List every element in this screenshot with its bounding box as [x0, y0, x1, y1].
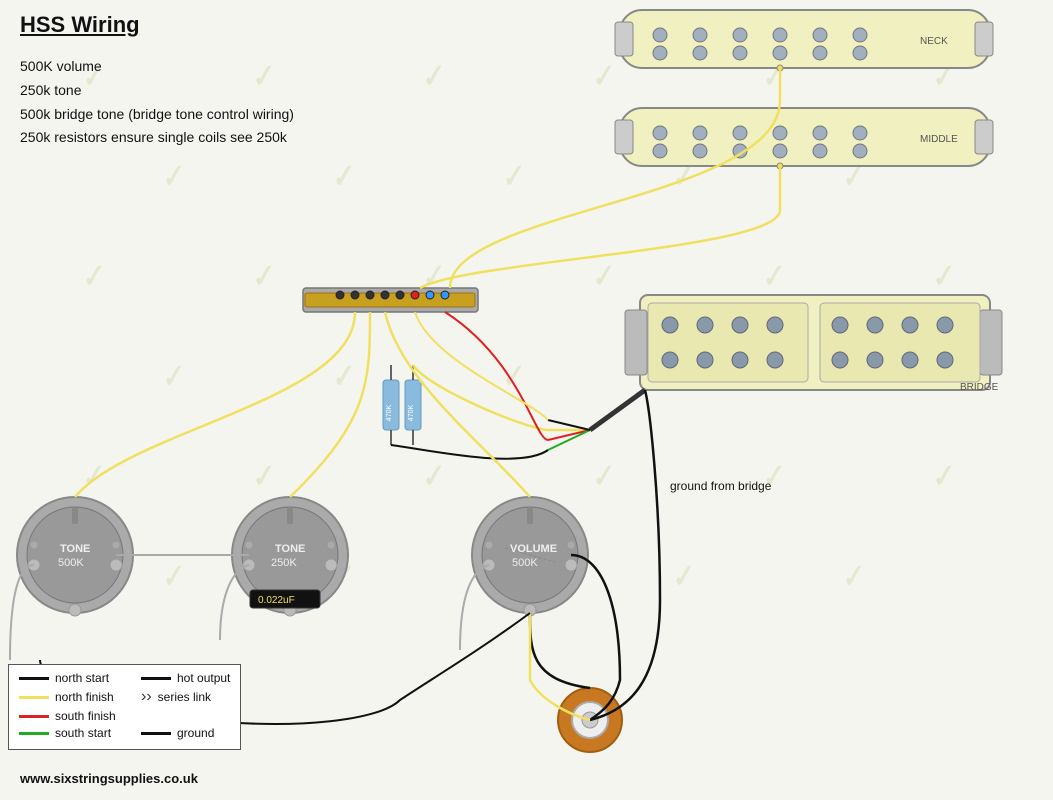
legend-hot-output: hot output — [177, 671, 230, 685]
svg-text:0.022uF: 0.022uF — [258, 595, 295, 606]
legend-north-finish: north finish — [55, 690, 135, 704]
svg-text:BRIDGE: BRIDGE — [960, 382, 999, 393]
series-link-arrow: ›› — [141, 688, 152, 706]
svg-text:NECK: NECK — [920, 36, 948, 47]
main-content: NECK MIDDLE — [0, 0, 1053, 800]
svg-text:250K: 250K — [271, 557, 297, 569]
legend: north start hot output north finish ›› s… — [8, 664, 241, 750]
specs-text: 500K volume 250k tone 500k bridge tone (… — [20, 55, 294, 150]
page-title: HSS Wiring — [20, 12, 140, 38]
svg-text:TONE: TONE — [60, 543, 90, 555]
website-url: www.sixstringsupplies.co.uk — [20, 771, 198, 786]
legend-series-link: series link — [158, 690, 211, 704]
svg-text:500K: 500K — [512, 557, 538, 569]
legend-south-finish: south finish — [55, 709, 135, 723]
svg-text:470K: 470K — [408, 405, 415, 422]
svg-text:500K: 500K — [58, 557, 84, 569]
svg-text:ground from bridge: ground from bridge — [670, 479, 772, 493]
legend-north-start: north start — [55, 671, 135, 685]
svg-text:470K: 470K — [386, 405, 393, 422]
svg-text:MIDDLE: MIDDLE — [920, 134, 958, 145]
legend-south-start: south start — [55, 726, 135, 740]
svg-text:TONE: TONE — [275, 543, 305, 555]
legend-ground: ground — [177, 726, 214, 740]
svg-text:VOLUME: VOLUME — [510, 543, 557, 555]
